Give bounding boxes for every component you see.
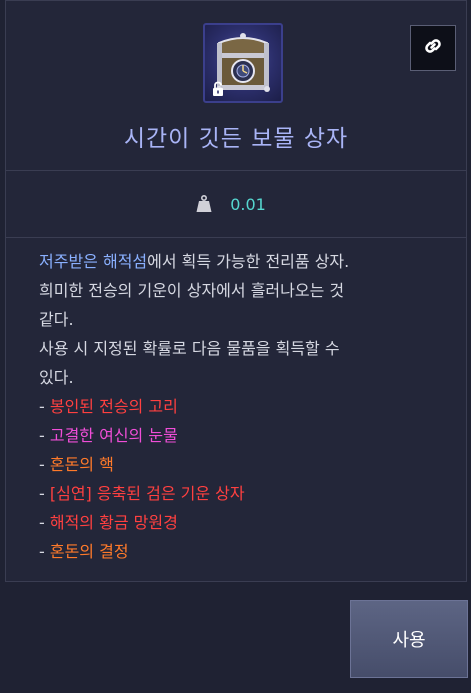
reward-name: 해적의 황금 망원경 [49,513,178,532]
weight-value: 0.01 [230,194,266,214]
reward-bullet: - [39,542,50,561]
item-description: 저주받은 해적섬에서 획득 가능한 전리품 상자. 희미한 전승의 기운이 상자… [39,247,454,566]
reward-name: [심연] 응축된 검은 기운 상자 [49,484,245,503]
reward-bullet: - [39,426,50,445]
reward-bullet: - [39,513,50,532]
highlighted-location: 해적섬 [102,252,148,271]
copy-link-button[interactable] [410,25,456,71]
description-line: 사용 시 지정된 확률로 다음 물품을 획득할 수 [39,339,340,358]
reward-bullet: - [39,484,50,503]
description-line: 저주받은 해적섬에서 획득 가능한 전리품 상자. [39,247,454,276]
weight-icon [196,194,212,213]
item-tooltip-panel: 시간이 깃든 보물 상자 0.01 저주받은 해적섬에서 획득 가능한 전리품 … [5,0,467,582]
description-line: 희미한 전승의 기운이 상자에서 흘러나오는 것 [39,281,345,300]
reward-bullet: - [39,455,50,474]
reward-item: - 해적의 황금 망원경 [39,508,454,537]
reward-name: 혼돈의 핵 [49,455,114,474]
item-title: 시간이 깃든 보물 상자 [123,126,349,152]
description-text: 에서 획득 가능한 전리품 상자. [147,252,350,271]
highlighted-name: 저주받은 [39,252,98,271]
item-header: 시간이 깃든 보물 상자 [6,1,466,171]
description-line: 있다. [39,368,74,387]
lock-icon [211,81,225,97]
reward-item: - 혼돈의 결정 [39,537,454,566]
reward-name: 고결한 여신의 눈물 [49,426,178,445]
reward-item: - 혼돈의 핵 [39,450,454,479]
weight-row: 0.01 [6,171,466,238]
description-line: 같다. [39,310,74,329]
reward-name: 혼돈의 결정 [49,542,129,561]
reward-bullet: - [39,397,50,416]
reward-name: 봉인된 전승의 고리 [49,397,178,416]
reward-item: - 고결한 여신의 눈물 [39,421,454,450]
use-button[interactable]: 사용 [350,600,468,678]
treasure-chest-icon [203,23,283,103]
link-icon [421,34,445,62]
reward-item: - 봉인된 전승의 고리 [39,392,454,421]
reward-item: - [심연] 응축된 검은 기운 상자 [39,479,454,508]
